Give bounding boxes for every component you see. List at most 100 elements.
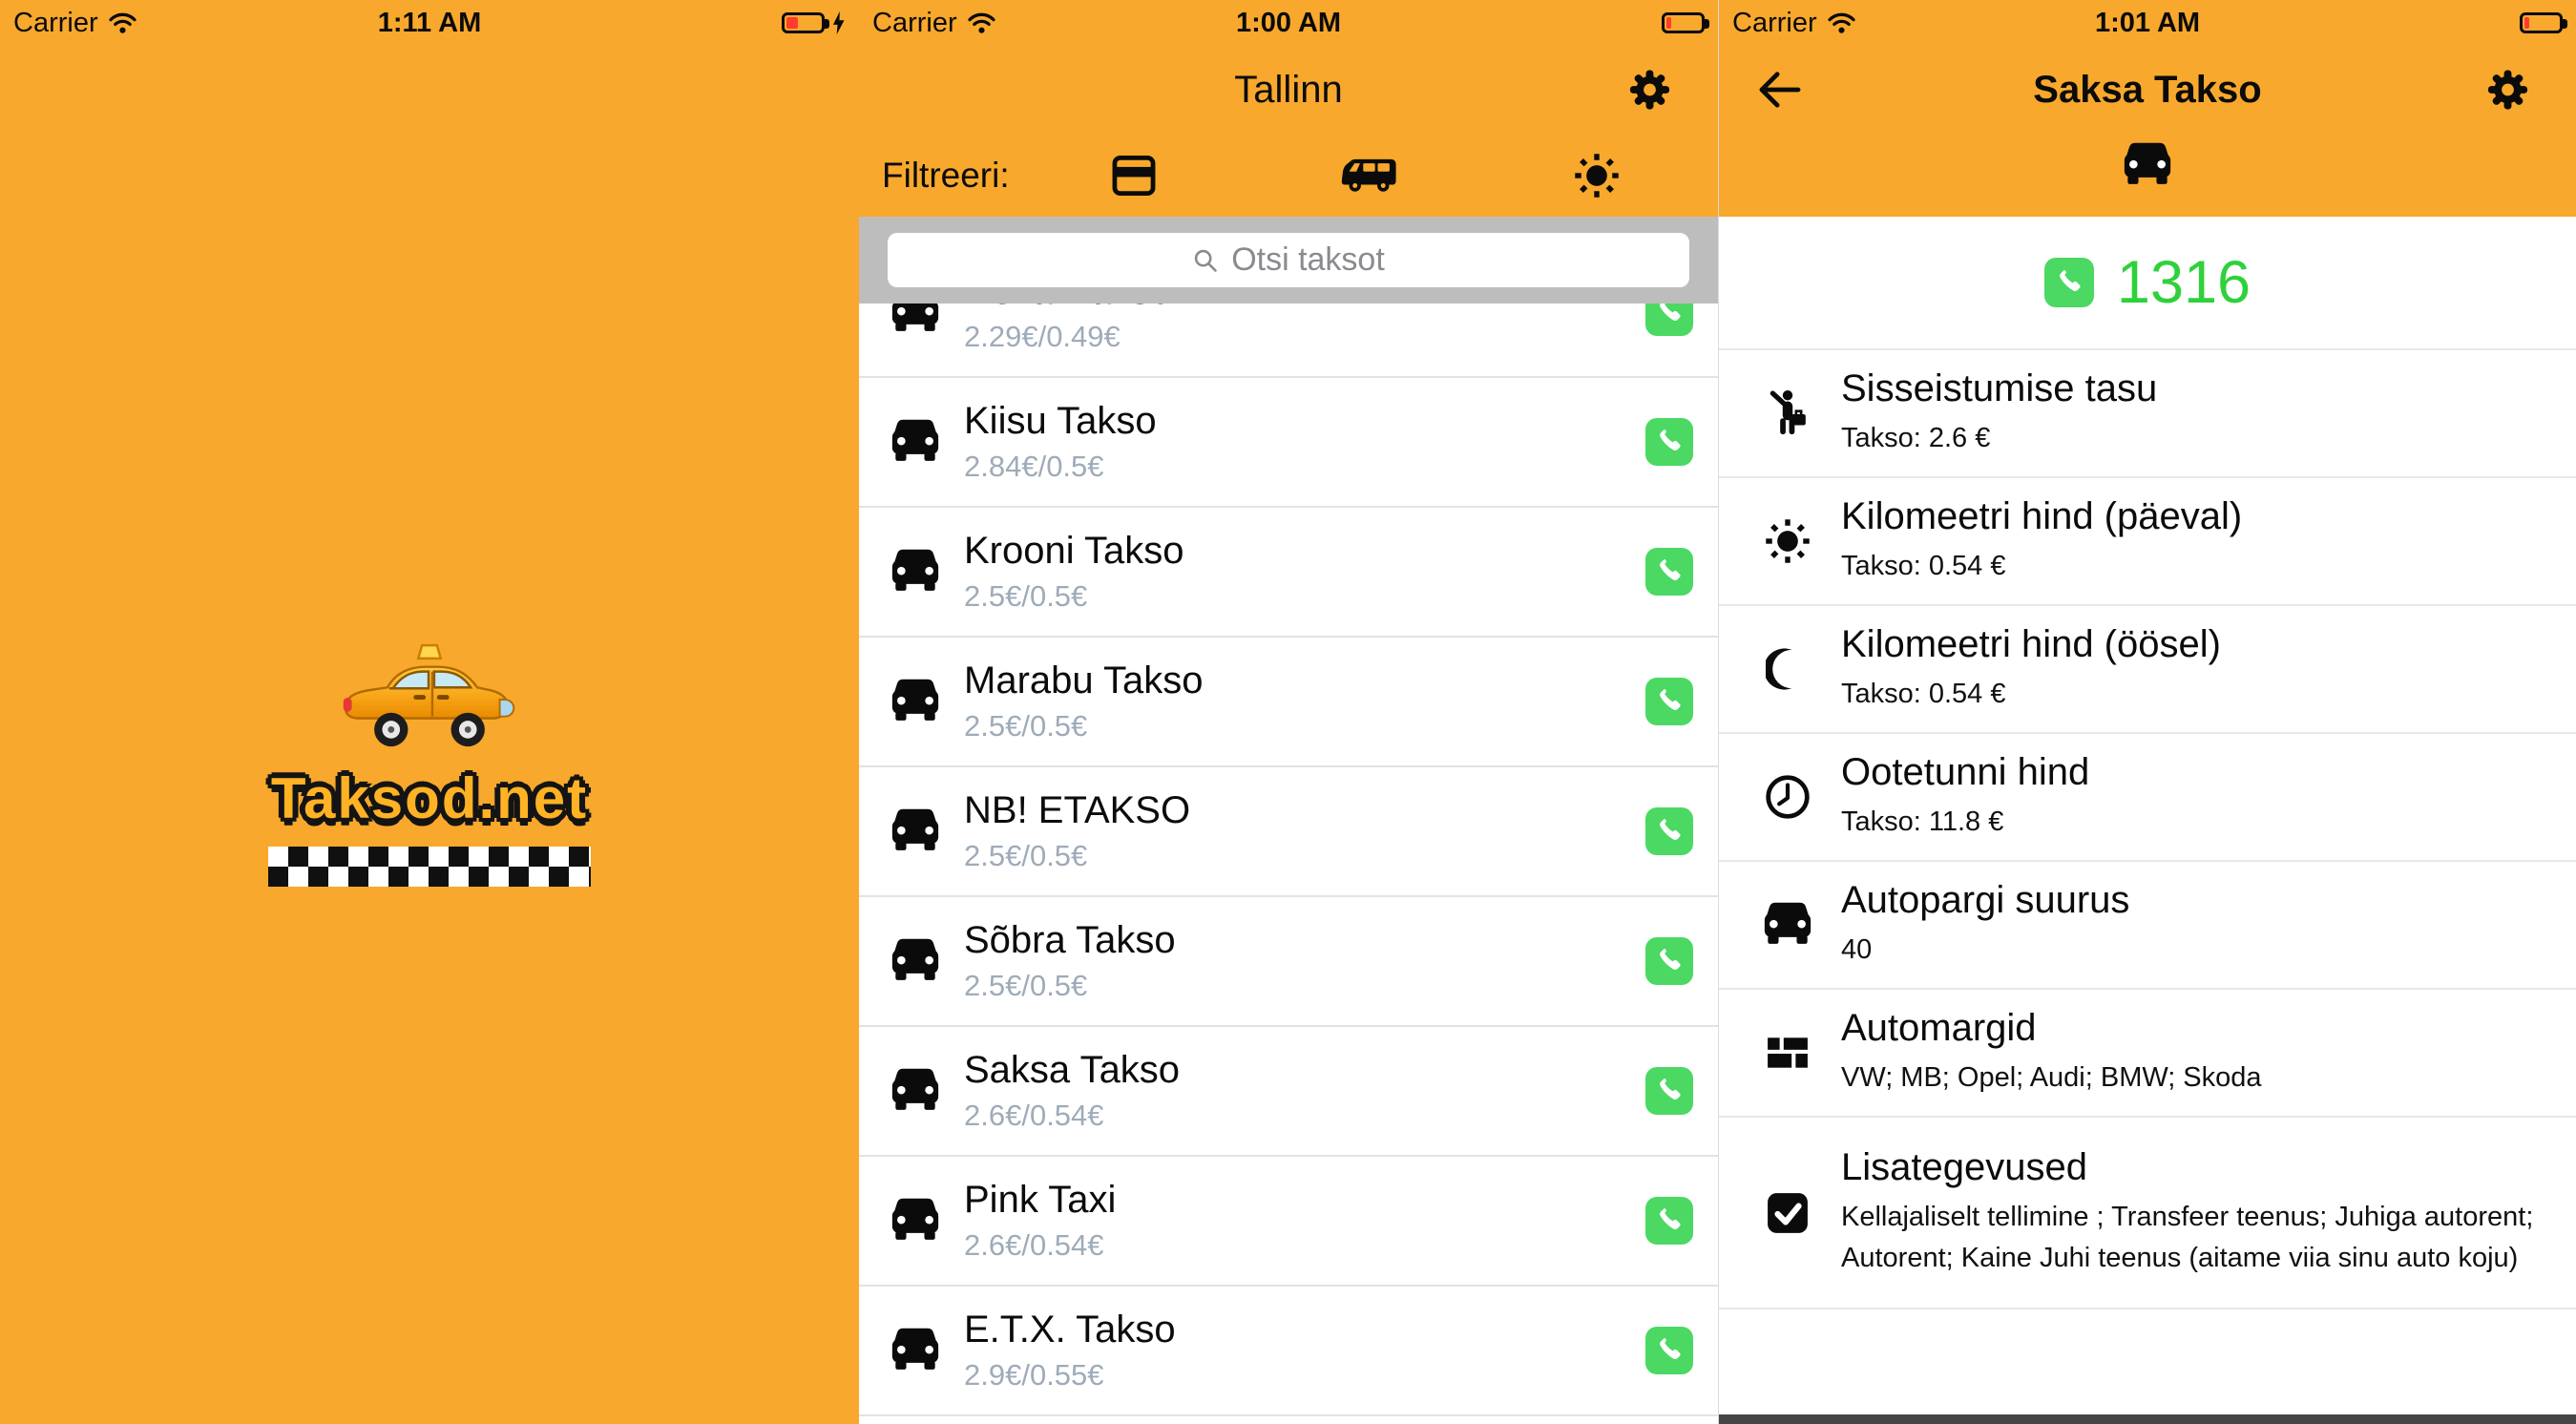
checkbox-icon [1759,1191,1816,1235]
detail-texts: Kilomeetri hind (öösel)Takso: 0.54 € [1841,623,2221,716]
taxi-name: Saksa Takso [964,1049,1180,1092]
car-icon [888,418,943,466]
taxi-texts: Sõbra Takso 2.5€/0.5€ [964,919,1176,1003]
car-icon [888,678,943,725]
status-bar: Carrier 1:11 AM [0,0,859,46]
taxi-texts: E.T.X. Takso 2.9€/0.55€ [964,1309,1176,1393]
taxi-row[interactable]: Krooni Takso 2.5€/0.5€ [859,508,1718,638]
taxi-name: Pink Taxi [964,1179,1116,1222]
grid-icon [1759,1031,1816,1075]
call-button[interactable] [1645,1067,1693,1115]
detail-row: Kilomeetri hind (öösel)Takso: 0.54 € [1719,606,2576,734]
wifi-icon [108,11,137,34]
call-button[interactable] [1645,548,1693,596]
taxi-price: 2.5€/0.5€ [964,709,1204,743]
taxi-price: 2.5€/0.5€ [964,579,1184,614]
battery-icon [1662,12,1705,33]
taxi-texts: Marabu Takso 2.5€/0.5€ [964,660,1204,743]
detail-texts: Sisseistumise tasuTakso: 2.6 € [1841,367,2157,460]
car-icon [888,548,943,596]
detail-title: Kilomeetri hind (päeval) [1841,495,2242,538]
carrier-label: Carrier [13,8,98,39]
detail-value: Takso: 0.54 € [1841,674,2221,716]
phone-number: 1316 [2117,248,2251,317]
call-button[interactable] [1645,418,1693,466]
sun-filter-icon[interactable] [1572,151,1622,200]
phone-icon [2044,258,2094,307]
taxi-name: E.T.X. Takso [964,1309,1176,1351]
taxi-name: NB! ETAKSO [964,789,1190,832]
sun-icon [1759,516,1816,566]
taxi-list-screen: Carrier 1:00 AM Tallinn Filtreeri: [859,0,1718,1424]
detail-title: Ootetunni hind [1841,751,2089,794]
app-logo: Taksod.net [0,641,859,887]
taxi-price: 2.6€/0.54€ [964,1099,1180,1133]
taxi-row[interactable]: E.T.X. Takso 2.9€/0.55€ [859,1287,1718,1416]
taxi-texts: NB! ETAKSO2.5€/0.5€ [964,789,1190,873]
filter-label: Filtreeri: [882,156,1010,196]
detail-row: Lisategevused Kellajaliselt tellimine ; T… [1719,1118,2576,1309]
taxi-price: 2.9€/0.55€ [964,1358,1176,1393]
call-button[interactable] [1645,678,1693,725]
bottom-bar [1719,1414,2576,1424]
taxi-row[interactable]: Pink Taxi2.6€/0.54€ [859,1157,1718,1287]
taxi-price: 2.29€/0.49€ [964,320,1171,354]
hailing-person-icon [1759,388,1816,438]
detail-row: Kilomeetri hind (päeval)Takso: 0.54 € [1719,478,2576,606]
battery-icon [2520,12,2563,33]
car-icon [888,1067,943,1115]
wifi-icon [967,11,996,34]
checkerboard-stripe [268,847,591,887]
settings-gear-icon[interactable] [2485,68,2530,113]
list-header: Carrier 1:00 AM Tallinn Filtreeri: [859,0,1718,217]
logo-text: Taksod.net [271,765,588,831]
carrier-label: Carrier [872,8,957,39]
taxi-row[interactable]: Saksa Takso 2.6€/0.54€ [859,1027,1718,1157]
detail-row: Sisseistumise tasuTakso: 2.6 € [1719,350,2576,478]
detail-title: Lisategevused [1841,1146,2547,1189]
wifi-icon [1827,11,1856,34]
phone-icon [1655,947,1684,975]
card-filter-icon[interactable] [1112,155,1156,196]
search-input[interactable]: Otsi taksot [888,233,1689,287]
clock-icon [1759,773,1816,821]
call-button[interactable] [1645,937,1693,985]
detail-value: Kellajaliselt tellimine ; Transfeer teen… [1841,1197,2547,1280]
back-arrow-icon[interactable] [1757,70,1801,110]
detail-texts: Kilomeetri hind (päeval)Takso: 0.54 € [1841,495,2242,588]
call-button[interactable] [1645,1197,1693,1245]
call-button[interactable] [1645,807,1693,855]
search-icon [1192,247,1219,274]
page-title: Tallinn [1234,69,1342,112]
car-icon [2121,141,2174,189]
taxi-detail-screen: Carrier 1:01 AM Saksa Takso 1316 Sisseis… [1718,0,2576,1424]
taxi-row[interactable]: Kiisu Takso2.84€/0.5€ [859,378,1718,508]
taxi-price: 2.5€/0.5€ [964,969,1176,1003]
detail-texts: Lisategevused Kellajaliselt tellimine ; T… [1841,1146,2547,1280]
van-filter-icon[interactable] [1339,157,1398,195]
taxi-texts: Kiisu Takso2.84€/0.5€ [964,400,1157,484]
car-icon [888,807,943,855]
taxi-name: Marabu Takso [964,660,1204,702]
taxi-row[interactable]: NB! ETAKSO2.5€/0.5€ [859,767,1718,897]
settings-gear-icon[interactable] [1627,68,1672,113]
phone-icon [1655,1077,1684,1105]
detail-rows: Sisseistumise tasuTakso: 2.6 € Kilomeetri… [1719,350,2576,1309]
taxi-texts: Krooni Takso 2.5€/0.5€ [964,530,1184,614]
moon-icon [1759,647,1816,691]
navbar: Tallinn [859,46,1718,134]
status-bar: Carrier 1:01 AM [1719,0,2576,46]
taksod-app: Carrier 1:11 AM Taksod.net Carrier 1:00 … [0,0,2576,1424]
call-button[interactable] [1645,1327,1693,1374]
taxi-cartoon-icon [331,641,528,762]
taxi-row[interactable]: Sõbra Takso 2.5€/0.5€ [859,897,1718,1027]
call-phone-row[interactable]: 1316 [1719,217,2576,350]
taxi-row[interactable]: Marabu Takso 2.5€/0.5€ [859,638,1718,767]
detail-texts: AutomargidVW; MB; Opel; Audi; BMW; Skoda [1841,1007,2262,1099]
taxi-name: Krooni Takso [964,530,1184,573]
filter-row: Filtreeri: [859,134,1718,217]
status-bar: Carrier 1:00 AM [859,0,1718,46]
carrier-label: Carrier [1732,8,1817,39]
taxi-name: Sõbra Takso [964,919,1176,962]
detail-title: Autopargi suurus [1841,879,2129,922]
